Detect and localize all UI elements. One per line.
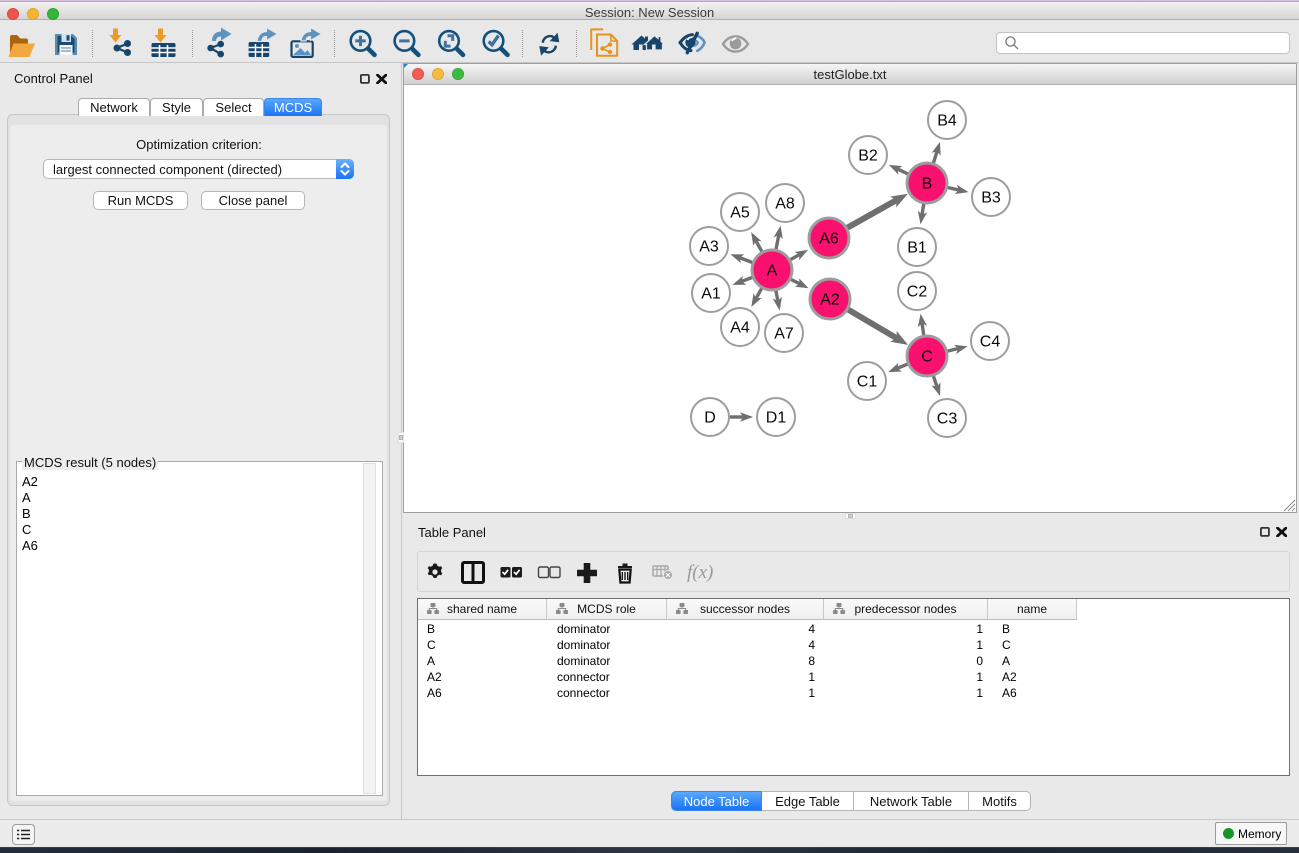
- svg-text:A6: A6: [819, 231, 839, 248]
- svg-text:B4: B4: [937, 113, 957, 130]
- svg-text:A3: A3: [699, 239, 719, 256]
- svg-text:D1: D1: [766, 410, 787, 427]
- svg-text:A7: A7: [774, 326, 794, 343]
- svg-text:B1: B1: [907, 240, 927, 257]
- svg-text:A4: A4: [730, 320, 750, 337]
- svg-text:B: B: [922, 176, 933, 193]
- svg-text:B2: B2: [858, 148, 878, 165]
- svg-text:A8: A8: [775, 196, 795, 213]
- svg-text:A: A: [767, 263, 778, 280]
- svg-text:A1: A1: [701, 286, 721, 303]
- svg-text:C2: C2: [907, 284, 928, 301]
- svg-text:C4: C4: [980, 334, 1001, 351]
- svg-text:B3: B3: [981, 190, 1001, 207]
- svg-text:C1: C1: [857, 374, 878, 391]
- svg-text:A5: A5: [730, 205, 750, 222]
- svg-text:D: D: [704, 410, 716, 427]
- svg-text:C: C: [921, 349, 933, 366]
- svg-text:f(x): f(x): [687, 562, 713, 583]
- svg-text:C3: C3: [937, 411, 958, 428]
- svg-text:A2: A2: [820, 292, 840, 309]
